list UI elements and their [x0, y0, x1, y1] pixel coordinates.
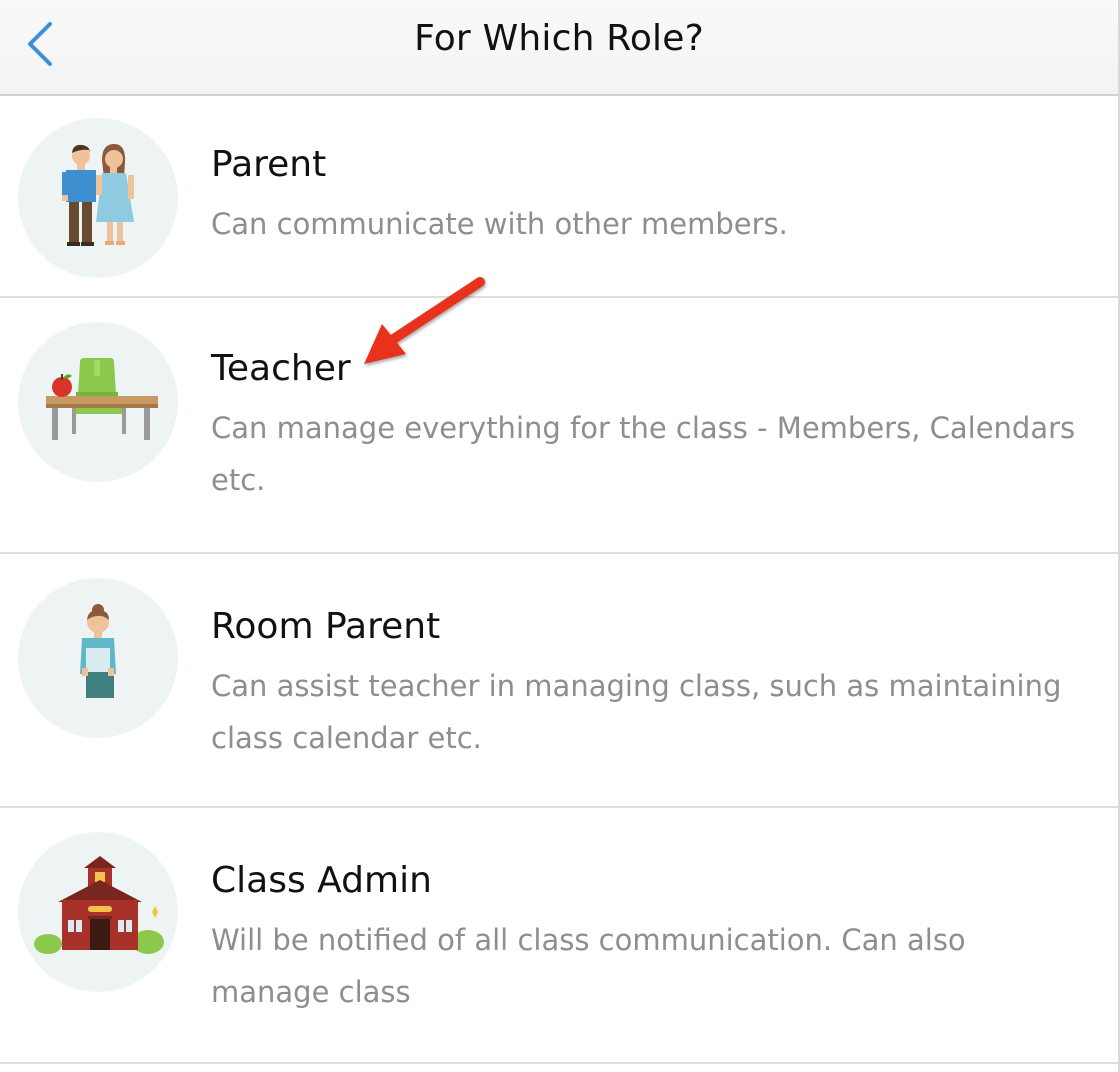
parents-icon [18, 118, 178, 278]
role-option-class-admin[interactable]: Class Admin Will be notified of all clas… [0, 808, 1118, 1064]
schoolhouse-icon [18, 832, 178, 992]
room-parent-icon [18, 578, 178, 738]
role-option-teacher[interactable]: Teacher Can manage everything for the cl… [0, 298, 1118, 554]
role-name: Parent [211, 144, 327, 185]
role-name: Teacher [211, 348, 351, 389]
role-selection-screen: For Which Role? Parent Can communicate w… [0, 0, 1120, 1072]
page-title: For Which Role? [414, 18, 704, 59]
role-list: Parent Can communicate with other member… [0, 96, 1118, 1064]
role-description: Can communicate with other members. [211, 207, 788, 241]
role-name: Room Parent [211, 606, 441, 647]
role-option-parent[interactable]: Parent Can communicate with other member… [0, 96, 1118, 298]
role-description: Can manage everything for the class - Me… [211, 411, 1076, 497]
role-name: Class Admin [211, 860, 432, 901]
teacher-desk-icon [18, 322, 178, 482]
role-description: Can assist teacher in managing class, su… [211, 669, 1062, 755]
role-description: Will be notified of all class communicat… [211, 923, 966, 1009]
role-option-room-parent[interactable]: Room Parent Can assist teacher in managi… [0, 554, 1118, 808]
navigation-bar: For Which Role? [0, 0, 1118, 96]
